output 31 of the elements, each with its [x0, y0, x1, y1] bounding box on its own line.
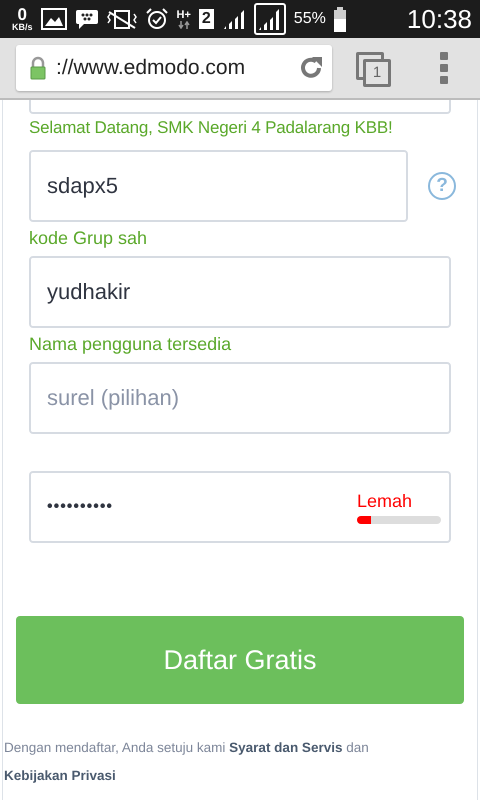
network-type: H+	[176, 10, 191, 20]
battery-percent: 55%	[294, 10, 326, 28]
password-field[interactable]: •••••••••• Lemah	[29, 471, 451, 543]
url-text: ://www.edmodo.com	[56, 56, 246, 80]
reload-icon[interactable]	[298, 55, 324, 81]
terms-text: Dengan mendaftar, Anda setuju kami Syarat dan Servis dan Kebijakan Privasi	[4, 739, 370, 785]
menu-icon[interactable]	[440, 52, 448, 84]
privacy-link[interactable]: Kebijakan Privasi	[4, 768, 116, 783]
vibrate-off-icon	[106, 8, 137, 30]
input-field[interactable]: surel (pilihan)	[29, 362, 451, 434]
lock-icon	[30, 56, 46, 80]
signal-icon	[254, 3, 286, 35]
sim-badge: 2	[198, 9, 214, 29]
password-value: ••••••••••	[47, 498, 114, 516]
validation-message: kode Grup sah	[29, 227, 148, 250]
terms-link[interactable]: Syarat dan Servis	[229, 740, 342, 755]
speed-value: 0	[18, 6, 27, 23]
chat-icon	[74, 8, 99, 30]
data-arrows-icon	[178, 20, 190, 28]
validation-message: Nama pengguna tersedia	[29, 333, 232, 356]
alarm-icon	[144, 7, 169, 31]
input-field[interactable]: yudhakir	[29, 256, 451, 328]
address-bar[interactable]: ://www.edmodo.com	[16, 45, 332, 91]
clock: 10:38	[406, 4, 472, 34]
input-field[interactable]	[29, 100, 451, 114]
battery-icon	[334, 6, 346, 32]
strength-label: Lemah	[357, 490, 412, 512]
input-field[interactable]: sdapx5	[29, 150, 408, 222]
welcome-message: Selamat Datang, SMK Negeri 4 Padalarang KBB!	[29, 117, 394, 139]
speed-unit: KB/s	[12, 23, 33, 32]
image-icon	[40, 8, 67, 30]
